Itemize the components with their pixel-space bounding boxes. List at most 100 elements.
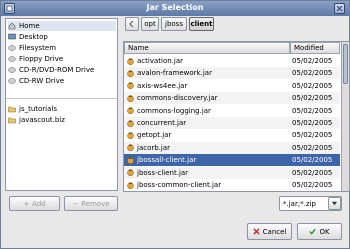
scrollbar-thumb[interactable] — [343, 44, 348, 84]
sidebar-item-javascout[interactable]: javascout.biz — [8, 115, 116, 125]
file-name: jacorb.jar — [137, 143, 171, 152]
sidebar-item-label: CD-R/DVD-ROM Drive — [19, 66, 95, 74]
file-name-cell: jacorb.jar — [124, 144, 290, 152]
file-row[interactable]: axis-ws4ee.jar 05/02/2005 — [124, 80, 340, 92]
column-header-name[interactable]: Name — [124, 42, 290, 54]
jar-file-icon — [127, 70, 134, 77]
file-row[interactable]: jacorb.jar 05/02/2005 — [124, 141, 340, 154]
file-row[interactable]: avalon-framework.jar 05/02/2005 — [124, 67, 340, 80]
path-segment-label: client — [190, 20, 213, 28]
remove-label: Remove — [81, 199, 110, 208]
jar-file-icon — [127, 82, 134, 90]
folder-icon — [8, 105, 16, 113]
jar-selection-dialog: Jar Selection Home Desktop Filesystem Fl… — [0, 0, 350, 249]
path-segment-label: opt — [144, 20, 156, 28]
sidebar-item-cdrom[interactable]: CD-R/DVD-ROM Drive — [8, 65, 116, 75]
add-bookmark-button[interactable]: + Add — [9, 196, 60, 211]
path-segment-label: jboss — [165, 20, 183, 28]
column-header-label: Modified — [294, 44, 324, 52]
sidebar-item-desktop[interactable]: Desktop — [8, 32, 116, 42]
sidebar-item-filesystem[interactable]: Filesystem — [8, 43, 116, 53]
sidebar-item-label: Desktop — [19, 33, 48, 41]
jar-file-icon — [127, 120, 134, 127]
file-name-cell: activation.jar — [124, 57, 290, 65]
file-name: axis-ws4ee.jar — [137, 81, 188, 90]
file-modified: 05/02/2005 — [292, 131, 333, 140]
drive-icon — [8, 44, 16, 52]
file-row[interactable]: commons-logging.jar 05/02/2005 — [124, 105, 340, 117]
jar-file-icon — [127, 132, 134, 139]
file-name-cell: jbossall-client.jar — [124, 156, 290, 164]
desktop-icon — [8, 33, 16, 41]
file-modified: 05/02/2005 — [292, 81, 333, 90]
places-sidebar: Home Desktop Filesystem Floppy Drive CD-… — [5, 18, 118, 191]
close-window-icon[interactable] — [334, 3, 345, 14]
sidebar-item-js-tutorials[interactable]: js_tutorials — [8, 104, 116, 114]
path-segment-jboss[interactable]: jboss — [161, 17, 187, 31]
file-name-cell: commons-discovery.jar — [124, 94, 290, 102]
file-name-cell: commons-logging.jar — [124, 107, 290, 115]
remove-bookmark-button[interactable]: − Remove — [64, 196, 118, 211]
file-modified: 05/02/2005 — [292, 69, 333, 78]
file-modified: 05/02/2005 — [292, 106, 333, 115]
file-name: activation.jar — [137, 57, 184, 65]
file-modified: 05/02/2005 — [292, 156, 333, 165]
file-row[interactable]: jboss-common-client.jar 05/02/2005 — [124, 179, 340, 191]
file-modified: 05/02/2005 — [292, 168, 333, 177]
sidebar-item-cdrw[interactable]: CD-RW Drive — [8, 76, 116, 86]
filter-value: *.jar;*.zip — [283, 199, 316, 208]
file-modified: 05/02/2005 — [292, 119, 333, 127]
window-title: Jar Selection — [146, 3, 204, 12]
minus-icon: − — [72, 199, 79, 208]
jar-file-icon — [127, 182, 134, 189]
file-name: concurrent.jar — [137, 119, 187, 127]
file-name-cell: jboss-common-client.jar — [124, 181, 290, 189]
file-row[interactable]: jboss-client.jar 05/02/2005 — [124, 166, 340, 179]
cancel-label: Cancel — [262, 227, 287, 236]
plus-icon: + — [23, 199, 30, 208]
file-name-cell: getopt.jar — [124, 131, 290, 139]
file-modified: 05/02/2005 — [292, 181, 333, 189]
path-segment-opt[interactable]: opt — [141, 17, 159, 31]
file-name: avalon-framework.jar — [137, 69, 212, 78]
file-row[interactable]: jbossall-client.jar 05/02/2005 — [124, 154, 340, 167]
sidebar-item-label: Home — [19, 22, 40, 30]
file-name: jboss-client.jar — [137, 168, 189, 177]
file-row[interactable]: getopt.jar 05/02/2005 — [124, 129, 340, 141]
path-toggle-button[interactable] — [125, 17, 139, 31]
sidebar-item-label: javascout.biz — [19, 116, 65, 124]
file-modified: 05/02/2005 — [292, 94, 333, 103]
file-row[interactable]: concurrent.jar 05/02/2005 — [124, 117, 340, 129]
chevron-down-icon — [331, 201, 338, 206]
file-name: getopt.jar — [137, 131, 172, 140]
file-name-cell: jboss-client.jar — [124, 169, 290, 177]
add-label: Add — [32, 199, 46, 208]
jar-file-icon — [127, 157, 134, 164]
sidebar-item-home[interactable]: Home — [8, 21, 116, 31]
column-header-modified[interactable]: Modified — [290, 42, 340, 54]
ok-button[interactable]: OK — [297, 223, 342, 240]
sidebar-item-floppy[interactable]: Floppy Drive — [8, 54, 116, 64]
jar-file-icon — [127, 144, 134, 152]
jar-file-icon — [127, 107, 134, 115]
back-arrow-icon — [129, 20, 134, 28]
file-name-cell: avalon-framework.jar — [124, 69, 290, 77]
vertical-scrollbar[interactable] — [341, 42, 349, 191]
cancel-button[interactable]: Cancel — [247, 223, 292, 240]
checkmark-icon — [309, 228, 317, 235]
file-row[interactable]: commons-discovery.jar 05/02/2005 — [124, 92, 340, 105]
title-bar: Jar Selection — [1, 1, 349, 16]
file-name-cell: axis-ws4ee.jar — [124, 82, 290, 90]
jar-file-icon — [127, 95, 134, 102]
column-header-label: Name — [128, 44, 149, 52]
file-row[interactable]: activation.jar 05/02/2005 — [124, 55, 340, 67]
file-name: commons-discovery.jar — [137, 94, 218, 103]
floppy-icon — [8, 55, 16, 63]
ok-label: OK — [319, 227, 330, 236]
folder-icon — [8, 116, 16, 124]
filter-dropdown-button[interactable] — [328, 197, 341, 210]
path-segment-client[interactable]: client — [189, 17, 214, 31]
jar-file-icon — [127, 169, 134, 177]
file-name: jbossall-client.jar — [137, 156, 197, 165]
home-icon — [8, 22, 16, 30]
